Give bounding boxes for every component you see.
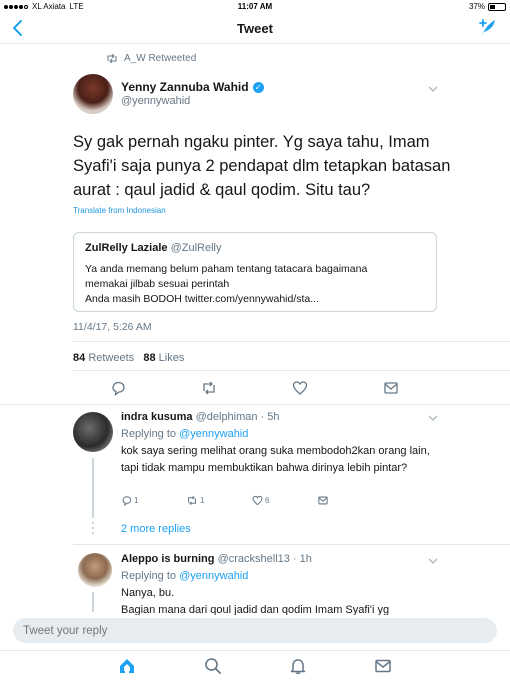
- battery-icon: [488, 2, 506, 11]
- retweet-icon[interactable]: [201, 380, 217, 396]
- reply-text: Nanya, bu. Bagian mana dari qoul jadid d…: [121, 587, 390, 616]
- divider: [73, 341, 510, 342]
- home-icon[interactable]: [118, 657, 136, 675]
- reply-like-action[interactable]: 6: [252, 495, 269, 506]
- quoted-author: ZulRelly Laziale @ZulRelly: [85, 242, 222, 254]
- reply-bar: [0, 615, 510, 650]
- nav-bar: Tweet: [0, 14, 510, 44]
- quoted-text: Ya anda memang belum paham tentang tatac…: [85, 263, 368, 305]
- reply-options-chevron-icon[interactable]: [428, 413, 438, 423]
- reply-author[interactable]: Aleppo is burning @crackshell13 · 1h: [121, 553, 312, 565]
- reply-input[interactable]: [13, 618, 497, 643]
- tweet-timestamp: 11/4/17, 5:26 AM: [73, 321, 152, 333]
- tweet-stats: 84 Retweets 88 Likes: [73, 352, 184, 364]
- reply-avatar[interactable]: [73, 412, 113, 452]
- reply-retweet-action[interactable]: 1: [186, 495, 204, 506]
- like-count[interactable]: 88: [143, 352, 155, 364]
- like-icon[interactable]: [292, 380, 308, 396]
- retweeted-by: A_W Retweeted: [106, 53, 196, 64]
- replying-to: Replying to @yennywahid: [121, 570, 249, 582]
- tweet-text: Sy gak pernah ngaku pinter. Yg saya tahu…: [73, 133, 451, 199]
- reply-author[interactable]: indra kusuma @delphiman · 5h: [121, 411, 280, 423]
- more-replies-link[interactable]: 2 more replies: [121, 523, 191, 535]
- reply-avatar[interactable]: [78, 553, 112, 587]
- retweeted-by-label: A_W Retweeted: [124, 53, 197, 64]
- divider: [0, 404, 510, 405]
- page-title: Tweet: [237, 21, 273, 36]
- thread-dot: [92, 527, 94, 529]
- quoted-tweet[interactable]: ZulRelly Laziale @ZulRelly Ya anda meman…: [73, 232, 437, 312]
- reply-icon[interactable]: [110, 380, 126, 396]
- notifications-icon[interactable]: [289, 657, 307, 675]
- author-name[interactable]: Yenny Zannuba Wahid ✓: [121, 80, 264, 94]
- search-icon[interactable]: [204, 657, 222, 675]
- retweet-icon: [107, 54, 117, 63]
- thread-line: [92, 458, 94, 518]
- like-icon: [252, 495, 263, 506]
- direct-message-icon[interactable]: [317, 495, 329, 506]
- retweet-icon: [188, 496, 196, 505]
- direct-message-icon[interactable]: [383, 380, 399, 396]
- battery-percent: 37%: [468, 2, 485, 11]
- divider: [73, 544, 510, 545]
- author-handle[interactable]: @yennywahid: [121, 95, 190, 107]
- thread-dot: [92, 522, 94, 524]
- status-bar: XL Axiata LTE 11:07 AM 37%: [0, 0, 510, 14]
- replying-to: Replying to @yennywahid: [121, 428, 249, 440]
- reply-reply-action[interactable]: 1: [121, 495, 138, 506]
- likes-label[interactable]: Likes: [159, 352, 185, 364]
- reply-options-chevron-icon[interactable]: [428, 556, 438, 566]
- tweet-options-chevron-icon[interactable]: [428, 84, 438, 94]
- author-avatar[interactable]: [73, 74, 113, 114]
- thread-line: [92, 592, 94, 612]
- retweet-count[interactable]: 84: [73, 352, 85, 364]
- messages-icon[interactable]: [374, 657, 392, 675]
- compose-tweet-icon[interactable]: [478, 18, 498, 38]
- reply-text: kok saya sering melihat orang suka membo…: [121, 445, 430, 474]
- clock: 11:07 AM: [237, 2, 273, 11]
- reply-icon: [122, 496, 132, 506]
- retweets-label[interactable]: Retweets: [88, 352, 134, 364]
- translate-link[interactable]: Translate from Indonesian: [73, 206, 166, 215]
- verified-badge-icon: ✓: [252, 81, 264, 93]
- thread-dot: [92, 532, 94, 534]
- tab-bar: [0, 650, 510, 680]
- divider: [73, 370, 510, 371]
